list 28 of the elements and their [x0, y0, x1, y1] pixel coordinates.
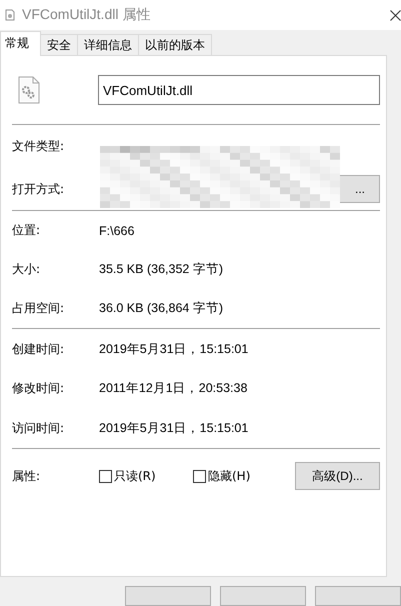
- tab[interactable]: 安全: [40, 34, 78, 56]
- file-name-field[interactable]: VFComUtilJt.dll: [98, 75, 380, 106]
- dialog-button[interactable]: [125, 586, 211, 606]
- field-value: 2019年5月31日，15:15:01: [99, 340, 248, 358]
- field-label: 文件类型:: [12, 138, 66, 156]
- field-value: 35.5 KB (36,352 字节): [99, 261, 223, 278]
- checkbox[interactable]: 只读(R): [99, 468, 193, 485]
- change-button[interactable]: ...: [338, 175, 380, 204]
- field-label: 位置:: [12, 222, 42, 240]
- field-label: 修改时间:: [12, 380, 66, 398]
- window-title: VFComUtilJt.dll 属性: [22, 6, 152, 24]
- tab[interactable]: 常规: [0, 31, 41, 56]
- dialog-button[interactable]: [315, 586, 401, 606]
- tab[interactable]: 以前的版本: [138, 34, 212, 56]
- field-label: 属性:: [12, 468, 42, 485]
- close-icon[interactable]: [390, 10, 401, 20]
- field-label: 大小:: [12, 261, 42, 278]
- field-label: 占用空间:: [12, 300, 66, 318]
- dialog-button[interactable]: [220, 586, 306, 606]
- field-label: 创建时间:: [12, 340, 66, 358]
- advanced-button[interactable]: 高级(D)...: [295, 462, 380, 490]
- checkbox[interactable]: 隐藏(H): [193, 468, 287, 485]
- field-value: 2011年12月1日，20:53:38: [99, 380, 248, 398]
- field-value: 36.0 KB (36,864 字节): [99, 300, 223, 318]
- field-value: 2019年5月31日，15:15:01: [99, 420, 248, 437]
- field-value: F:\666: [99, 224, 134, 238]
- field-label: 访问时间:: [12, 420, 66, 437]
- field-label: 打开方式:: [12, 180, 66, 198]
